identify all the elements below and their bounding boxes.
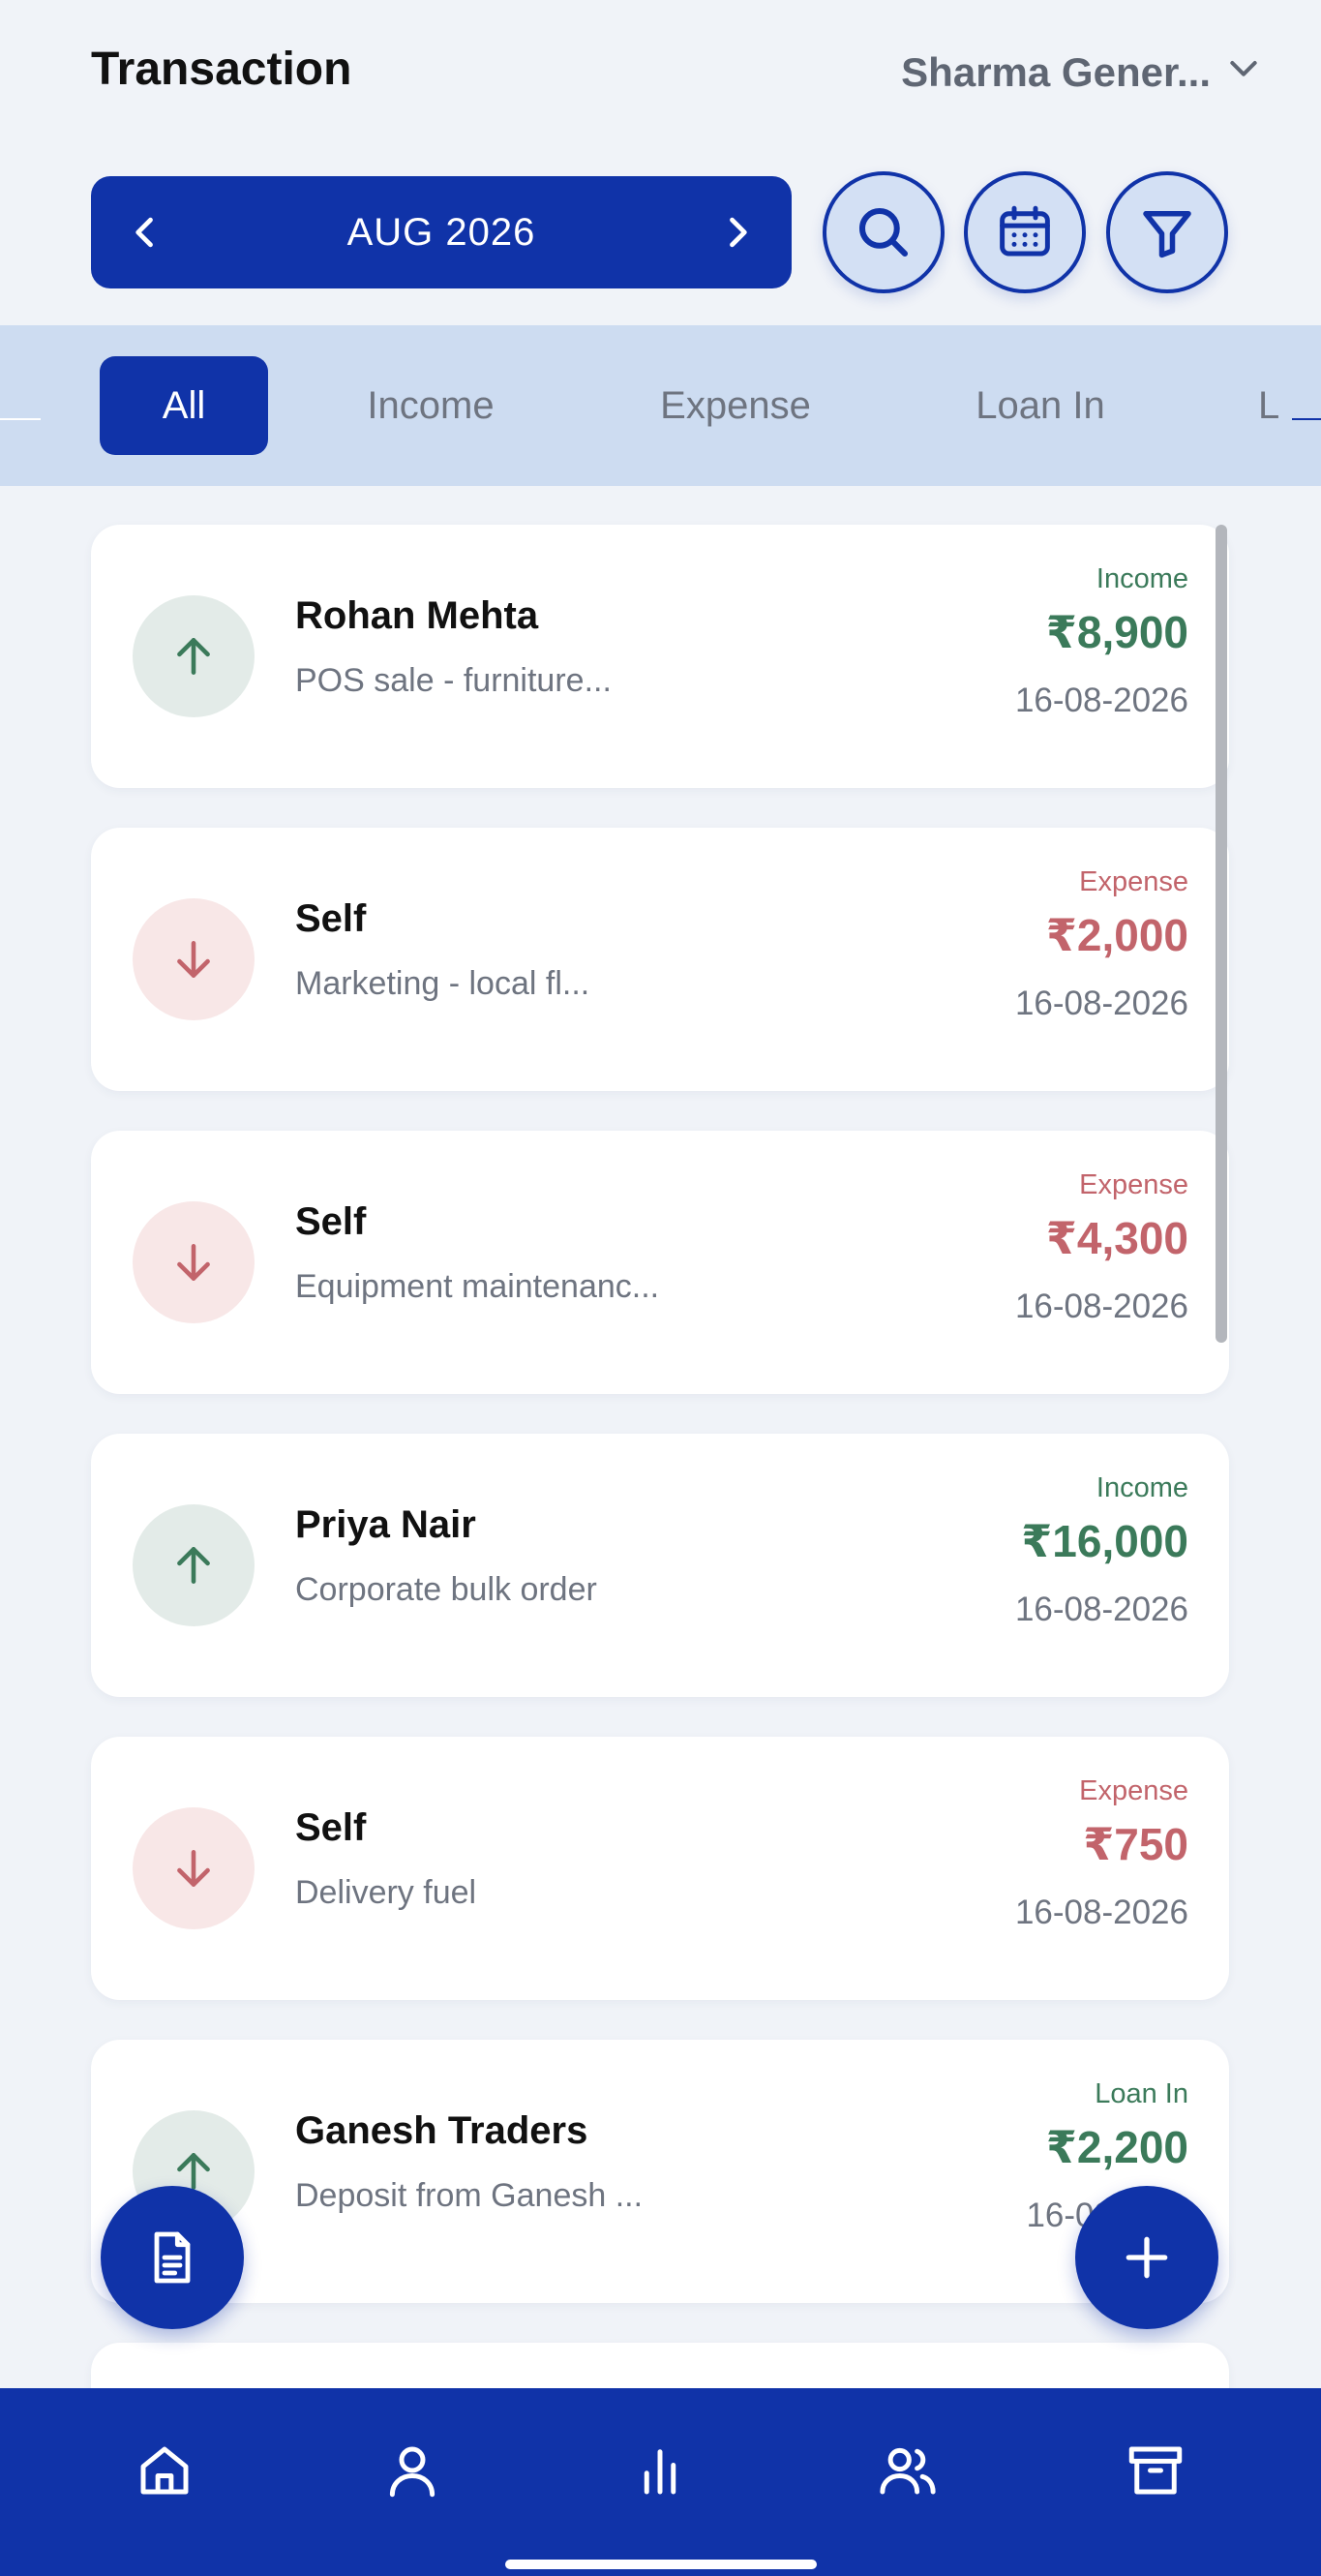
app-header: Transaction Sharma Gener... xyxy=(0,0,1321,145)
transaction-amount: ₹4,300 xyxy=(1045,1213,1188,1263)
search-button[interactable] xyxy=(823,171,945,293)
arrow-up-icon xyxy=(133,1504,255,1626)
transaction-description: POS sale - furniture... xyxy=(295,662,612,699)
filter-button[interactable] xyxy=(1106,171,1228,293)
transaction-date: 16-08-2026 xyxy=(1014,682,1188,719)
month-label: AUG 2026 xyxy=(346,210,536,254)
transaction-description: Corporate bulk order xyxy=(295,1571,597,1608)
transaction-amount: ₹2,000 xyxy=(1045,910,1188,960)
page-title: Transaction xyxy=(91,44,352,95)
users-icon xyxy=(880,2447,936,2495)
filter-icon xyxy=(1143,211,1191,258)
transaction-name: Self xyxy=(295,1200,367,1243)
transaction-card[interactable]: Self Marketing - local fl... Expense ₹2,… xyxy=(91,828,1229,1091)
transaction-date: 16-08-2026 xyxy=(1014,985,1188,1022)
nav-parties[interactable] xyxy=(864,2427,951,2514)
transaction-type: Expense xyxy=(1079,1775,1188,1806)
tab-all[interactable]: All xyxy=(100,356,268,455)
transaction-name: Priya Nair xyxy=(295,1503,476,1546)
chevron-down-icon xyxy=(1224,48,1263,97)
report-button[interactable] xyxy=(101,2186,244,2329)
chevron-left-icon[interactable] xyxy=(124,211,166,254)
divider xyxy=(0,418,41,420)
transaction-name: Self xyxy=(295,897,367,940)
tab-loan-in[interactable]: Loan In xyxy=(944,356,1137,455)
transaction-name: Ganesh Traders xyxy=(295,2109,588,2152)
bottom-nav xyxy=(0,2388,1321,2576)
tab-expense[interactable]: Expense xyxy=(639,356,832,455)
transaction-description: Marketing - local fl... xyxy=(295,965,590,1002)
add-transaction-button[interactable] xyxy=(1075,2186,1218,2329)
arrow-down-icon xyxy=(133,898,255,1020)
transaction-amount: ₹750 xyxy=(1083,1819,1188,1869)
transaction-amount: ₹2,200 xyxy=(1045,2122,1188,2172)
transaction-type: Income xyxy=(1096,563,1188,594)
transaction-date: 16-08-2026 xyxy=(1014,1288,1188,1325)
business-name: Sharma Gener... xyxy=(901,49,1211,95)
business-selector[interactable]: Sharma Gener... xyxy=(901,48,1263,97)
arrow-down-icon xyxy=(133,1201,255,1323)
transaction-type: Loan In xyxy=(1095,2078,1188,2109)
transaction-card[interactable]: Rohan Mehta POS sale - furniture... Inco… xyxy=(91,525,1229,788)
home-icon xyxy=(140,2446,189,2495)
tab-loan-out[interactable]: L xyxy=(1258,356,1297,455)
month-selector: AUG 2026 xyxy=(91,176,792,288)
tab-income[interactable]: Income xyxy=(334,356,527,455)
home-indicator xyxy=(505,2560,817,2569)
tab-bar: All Income Expense Loan In L xyxy=(0,325,1321,486)
transaction-name: Self xyxy=(295,1806,367,1849)
nav-profile[interactable] xyxy=(369,2427,456,2514)
user-icon xyxy=(389,2446,435,2498)
transaction-description: Delivery fuel xyxy=(295,1874,477,1911)
arrow-down-icon xyxy=(133,1807,255,1929)
chevron-right-icon[interactable] xyxy=(716,211,759,254)
transaction-date: 16-08-2026 xyxy=(1014,1894,1188,1931)
archive-icon xyxy=(1128,2446,1183,2495)
document-icon xyxy=(154,2231,191,2284)
transaction-description: Equipment maintenanc... xyxy=(295,1268,660,1305)
bar-chart-icon xyxy=(644,2449,676,2495)
transaction-type: Income xyxy=(1096,1472,1188,1503)
calendar-icon xyxy=(1000,205,1050,257)
calendar-button[interactable] xyxy=(964,171,1086,293)
transaction-amount: ₹16,000 xyxy=(1021,1516,1188,1566)
transaction-card[interactable]: Self Equipment maintenanc... Expense ₹4,… xyxy=(91,1131,1229,1394)
divider xyxy=(1292,418,1321,420)
transaction-type: Expense xyxy=(1079,866,1188,897)
transaction-card[interactable]: Ganesh Traders Deposit from Ganesh ... L… xyxy=(91,2040,1229,2303)
nav-home[interactable] xyxy=(121,2427,208,2514)
transaction-type: Expense xyxy=(1079,1169,1188,1200)
nav-archive[interactable] xyxy=(1112,2427,1199,2514)
arrow-up-icon xyxy=(133,595,255,717)
nav-reports[interactable] xyxy=(616,2427,704,2514)
transaction-amount: ₹8,900 xyxy=(1045,607,1188,657)
transaction-name: Rohan Mehta xyxy=(295,594,539,637)
transaction-card[interactable]: Priya Nair Corporate bulk order Income ₹… xyxy=(91,1434,1229,1697)
search-icon xyxy=(858,207,909,258)
transaction-date: 16-08-2026 xyxy=(1014,1591,1188,1628)
transaction-description: Deposit from Ganesh ... xyxy=(295,2177,644,2214)
transaction-card[interactable]: Self Delivery fuel Expense ₹750 16-08-20… xyxy=(91,1737,1229,2000)
plus-icon xyxy=(1126,2236,1168,2279)
scrollbar[interactable] xyxy=(1216,525,1227,1343)
